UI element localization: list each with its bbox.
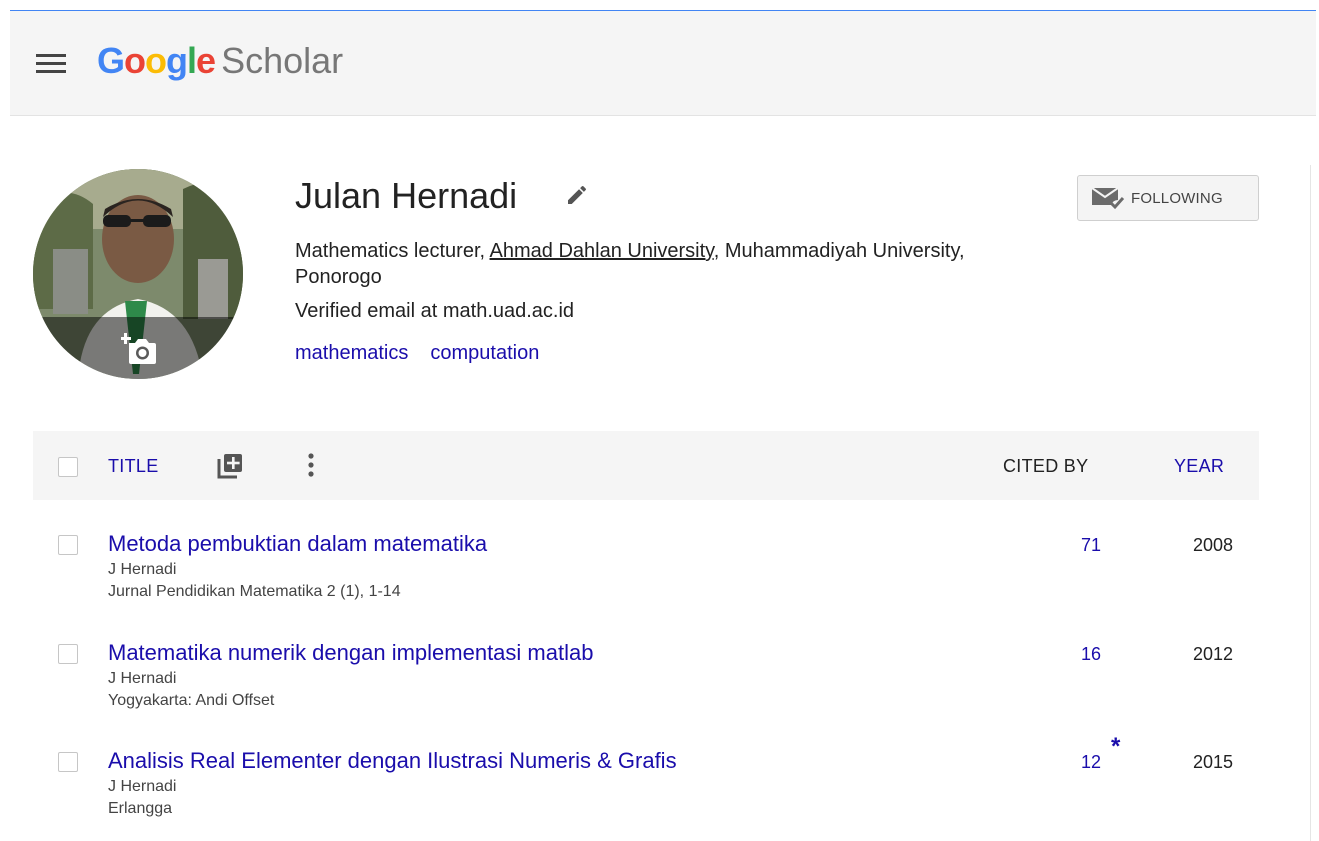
logo-product-name: Scholar [221,40,344,81]
logo-letter: g [166,40,188,81]
logo-letter: e [196,40,216,81]
article-year: 2008 [1192,535,1233,555]
article-authors: J Hernadi [108,561,177,578]
app-header: Google Scholar [10,11,1316,116]
article-year: 2015 [1192,752,1233,772]
article-row: Analisis Real Elementer dengan Ilustrasi… [33,735,1259,841]
hamburger-menu-icon[interactable] [36,54,66,74]
article-venue: Erlangga [108,800,173,817]
add-photo-icon[interactable] [121,333,157,365]
interest-link[interactable]: mathematics [295,342,408,364]
affiliation-prefix: Mathematics lecturer, [295,240,490,262]
interest-link[interactable]: computation [430,342,539,364]
article-authors: J Hernadi [108,670,177,687]
cited-by-count[interactable]: 16 [1033,643,1101,665]
article-title-link[interactable]: Analisis Real Elementer dengan Ilustrasi… [108,747,677,775]
article-row: Matematika numerik dengan implementasi m… [33,639,1259,747]
article-title-link[interactable]: Matematika numerik dengan implementasi m… [108,639,593,667]
add-articles-icon[interactable] [216,452,244,480]
article-checkbox[interactable] [58,535,78,555]
profile-photo[interactable] [33,169,243,379]
articles-table-header: TITLE CITED BY YEAR [33,431,1259,500]
google-scholar-logo[interactable]: Google Scholar [97,39,343,83]
article-row: Metoda pembuktian dalam matematika J Her… [33,530,1259,638]
profile-affiliation: Mathematics lecturer, Ahmad Dahlan Unive… [295,238,1035,290]
logo-letter: l [187,40,197,81]
logo-letter: G [97,40,125,81]
cited-by-count[interactable]: 71 [1033,534,1101,556]
merged-citation-star: * [1111,733,1121,760]
content-divider [1310,165,1311,841]
select-all-checkbox[interactable] [58,457,78,477]
follow-label: FOLLOWING [1131,190,1223,207]
profile-name: Julan Hernadi [295,175,518,216]
logo-letter: o [145,40,167,81]
article-checkbox[interactable] [58,752,78,772]
more-options-icon[interactable] [303,452,319,480]
verified-email: Verified email at math.uad.ac.id [295,300,575,322]
sort-by-year[interactable]: YEAR [1174,454,1224,478]
article-venue: Yogyakarta: Andi Offset [108,692,275,709]
pencil-icon[interactable] [565,183,589,207]
mail-check-icon [1091,187,1125,210]
sort-by-title[interactable]: TITLE [108,454,159,478]
article-authors: J Hernadi [108,778,177,795]
follow-button[interactable]: FOLLOWING [1077,175,1259,221]
article-checkbox[interactable] [58,644,78,664]
article-year: 2012 [1192,644,1233,664]
cited-by-header: CITED BY [1003,456,1089,476]
logo-letter: o [124,40,146,81]
affiliation-link[interactable]: Ahmad Dahlan University [490,240,714,262]
article-venue: Jurnal Pendidikan Matematika 2 (1), 1-14 [108,583,401,600]
cited-by-count[interactable]: 12 [1033,751,1101,773]
article-title-link[interactable]: Metoda pembuktian dalam matematika [108,530,487,558]
interests-list: mathematics computation [295,339,561,367]
